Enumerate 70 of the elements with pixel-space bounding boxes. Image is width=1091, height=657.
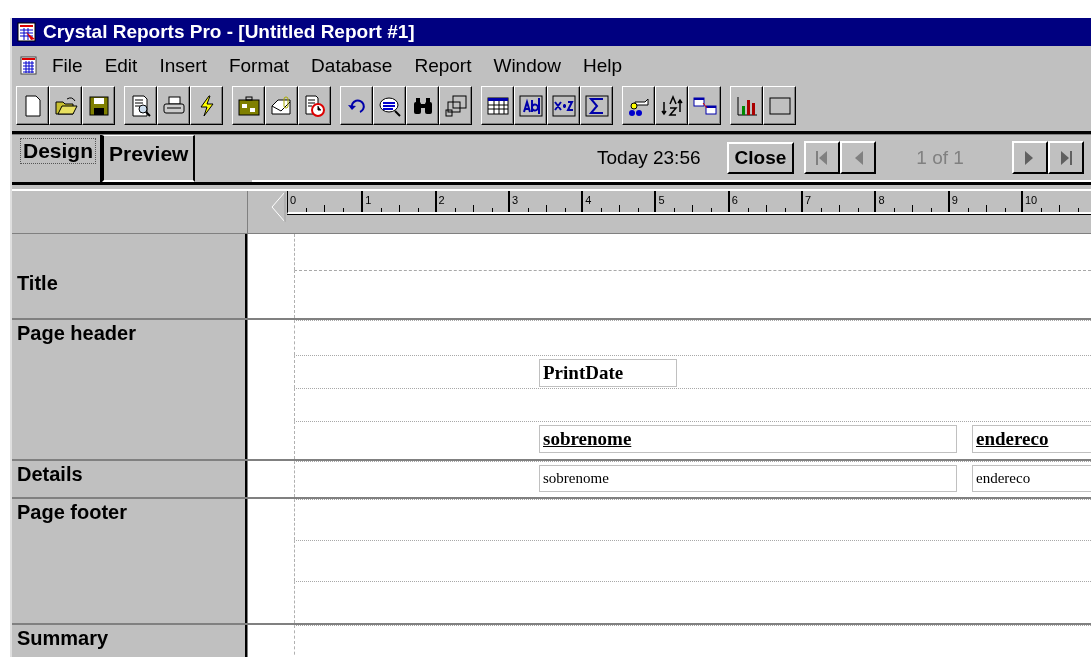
- ruler-number: 6: [731, 194, 738, 206]
- toolbar-button[interactable]: [265, 86, 298, 125]
- formula-icon: [551, 93, 576, 118]
- report-grid-icon: [17, 22, 37, 42]
- nav-button[interactable]: [1011, 141, 1048, 174]
- section-name: Details: [17, 463, 84, 486]
- toolbar-button[interactable]: [232, 86, 265, 125]
- toolbar-button[interactable]: [688, 86, 721, 125]
- sigma-icon: [584, 93, 609, 118]
- ruler-number: 9: [951, 194, 958, 206]
- ruler-number: 3: [511, 194, 518, 206]
- sort-icon: [659, 93, 684, 118]
- toolbar-button[interactable]: [298, 86, 331, 125]
- document-grid-icon[interactable]: [20, 56, 38, 76]
- menu-item[interactable]: Edit: [104, 55, 138, 77]
- toolbar-button[interactable]: [406, 86, 439, 125]
- toolbar-button[interactable]: [16, 86, 49, 125]
- menu-item[interactable]: Help: [583, 55, 623, 77]
- ruler-number: 2: [438, 194, 445, 206]
- report-field[interactable]: PrintDate: [539, 359, 677, 387]
- ruler-number: 7: [805, 194, 812, 206]
- toolbar-button[interactable]: [157, 86, 190, 125]
- toolbar-button[interactable]: [82, 86, 115, 125]
- ruler-number: 10: [1024, 194, 1038, 206]
- section-name: Title: [17, 272, 59, 295]
- report-field[interactable]: sobrenome: [539, 465, 957, 492]
- report-field[interactable]: endereco: [972, 425, 1091, 453]
- window-title: Crystal Reports Pro - [Untitled Report #1]: [43, 21, 415, 43]
- ruler-number: 5: [658, 194, 665, 206]
- toolbar-button[interactable]: [514, 86, 547, 125]
- menu-item[interactable]: Report: [414, 55, 472, 77]
- ruler-number: 1: [365, 194, 372, 206]
- toolbar-button[interactable]: [439, 86, 472, 125]
- document-clock-icon: [302, 93, 327, 118]
- toolbar-button[interactable]: [730, 86, 763, 125]
- nav-button[interactable]: [1047, 141, 1084, 174]
- toolbar-button[interactable]: [481, 86, 514, 125]
- menu-item[interactable]: Format: [228, 55, 290, 77]
- toolbar-button[interactable]: [124, 86, 157, 125]
- ruler-number: 4: [585, 194, 592, 206]
- report-field[interactable]: sobrenome: [539, 425, 957, 453]
- toolbar-button[interactable]: [49, 86, 82, 125]
- toolbar-button[interactable]: [655, 86, 688, 125]
- report-field[interactable]: endereco: [972, 465, 1091, 492]
- toolbar-button[interactable]: [373, 86, 406, 125]
- toolbar-button[interactable]: [190, 86, 223, 125]
- menu-item[interactable]: Insert: [159, 55, 207, 77]
- tab[interactable]: Design: [16, 135, 102, 182]
- ruler-number: 0: [290, 194, 297, 206]
- envelope-clip-icon: [269, 93, 294, 118]
- menu-item[interactable]: Window: [493, 55, 562, 77]
- briefcase-icon: [236, 93, 261, 118]
- section-name: Page header: [17, 322, 137, 345]
- toolbar-button[interactable]: [763, 86, 796, 125]
- toolbar-button[interactable]: [340, 86, 373, 125]
- date-label: Today 23:56: [597, 146, 701, 169]
- section-name: Page footer: [17, 501, 129, 524]
- menu-item[interactable]: Database: [311, 55, 393, 77]
- ruler-number: 8: [878, 194, 885, 206]
- tab[interactable]: Preview: [102, 135, 196, 182]
- menu-item[interactable]: File: [52, 55, 83, 77]
- margin-marker-icon[interactable]: [270, 191, 286, 223]
- toolbar-button[interactable]: [622, 86, 655, 125]
- toolbar-button[interactable]: [547, 86, 580, 125]
- overlapping-squares-icon: [443, 93, 468, 118]
- toolbar-button[interactable]: [580, 86, 613, 125]
- section-name: Summary: [17, 627, 110, 650]
- close-button[interactable]: Close: [726, 141, 795, 174]
- text-field-icon: [518, 93, 543, 118]
- page-counter: 1 of 1: [916, 146, 964, 169]
